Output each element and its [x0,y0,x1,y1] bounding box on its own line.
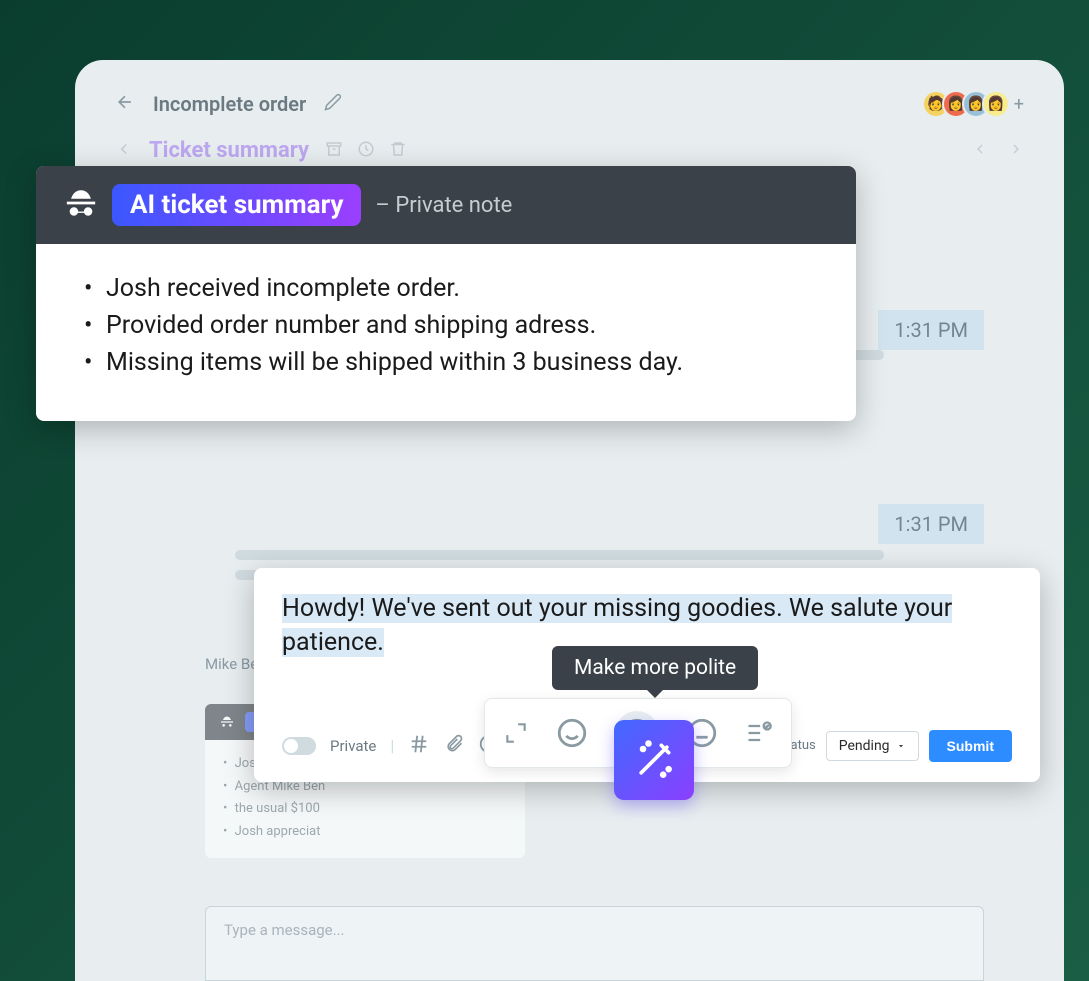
status-select[interactable]: Pending [826,731,919,761]
checklist-icon[interactable] [745,719,773,747]
subheader: Ticket summary [115,138,1024,163]
page-title: Incomplete order [153,92,306,116]
magic-wand-button[interactable] [614,720,694,800]
list-item: the usual $100 [223,799,507,819]
private-note-label: – Private note [375,193,512,218]
header-left: Incomplete order [115,92,342,116]
archive-icon[interactable] [325,140,343,162]
private-label: Private [330,737,376,755]
subheader-title: Ticket summary [149,138,309,163]
ai-summary-header: AI ticket summary – Private note [36,166,856,244]
divider: | [390,736,394,755]
ai-summary-body: Josh received incomplete order. Provided… [36,244,856,421]
avatar-group: 🧑 👩 👩 👩 + [930,90,1024,118]
expand-icon[interactable] [503,720,529,746]
chevron-down-icon [896,741,906,751]
clock-icon[interactable] [357,140,375,162]
subheader-left: Ticket summary [115,138,407,163]
edit-icon[interactable] [324,93,342,115]
nav-arrows [972,141,1024,161]
hash-icon[interactable] [408,733,430,759]
collapse-icon[interactable] [115,140,133,162]
message-input[interactable]: Type a message... [205,906,984,981]
back-arrow-icon[interactable] [115,92,135,116]
summary-item: Missing items will be shipped within 3 b… [76,348,816,377]
trash-icon[interactable] [389,140,407,162]
incognito-icon [219,714,235,730]
incognito-icon [64,186,98,224]
add-avatar-button[interactable]: + [1014,94,1024,115]
next-icon[interactable] [1008,141,1024,161]
app-header: Incomplete order 🧑 👩 👩 👩 + [115,90,1024,118]
tone-tooltip: Make more polite [552,646,758,690]
composer-card: Howdy! We've sent out your missing goodi… [254,568,1040,782]
list-item: Josh appreciat [223,822,507,842]
summary-item: Provided order number and shipping adres… [76,311,816,340]
status-value: Pending [839,738,890,754]
submit-button[interactable]: Submit [929,730,1012,762]
private-toggle[interactable] [282,737,316,755]
timestamp: 1:31 PM [878,504,984,544]
summary-item: Josh received incomplete order. [76,274,816,303]
happy-face-icon[interactable] [555,716,589,750]
attachment-icon[interactable] [444,734,464,758]
subheader-actions [325,140,407,162]
ai-badge: AI ticket summary [112,184,361,226]
ai-summary-card: AI ticket summary – Private note Josh re… [36,166,856,421]
prev-icon[interactable] [972,141,988,161]
timestamp: 1:31 PM [878,310,984,350]
avatar[interactable]: 👩 [982,90,1010,118]
